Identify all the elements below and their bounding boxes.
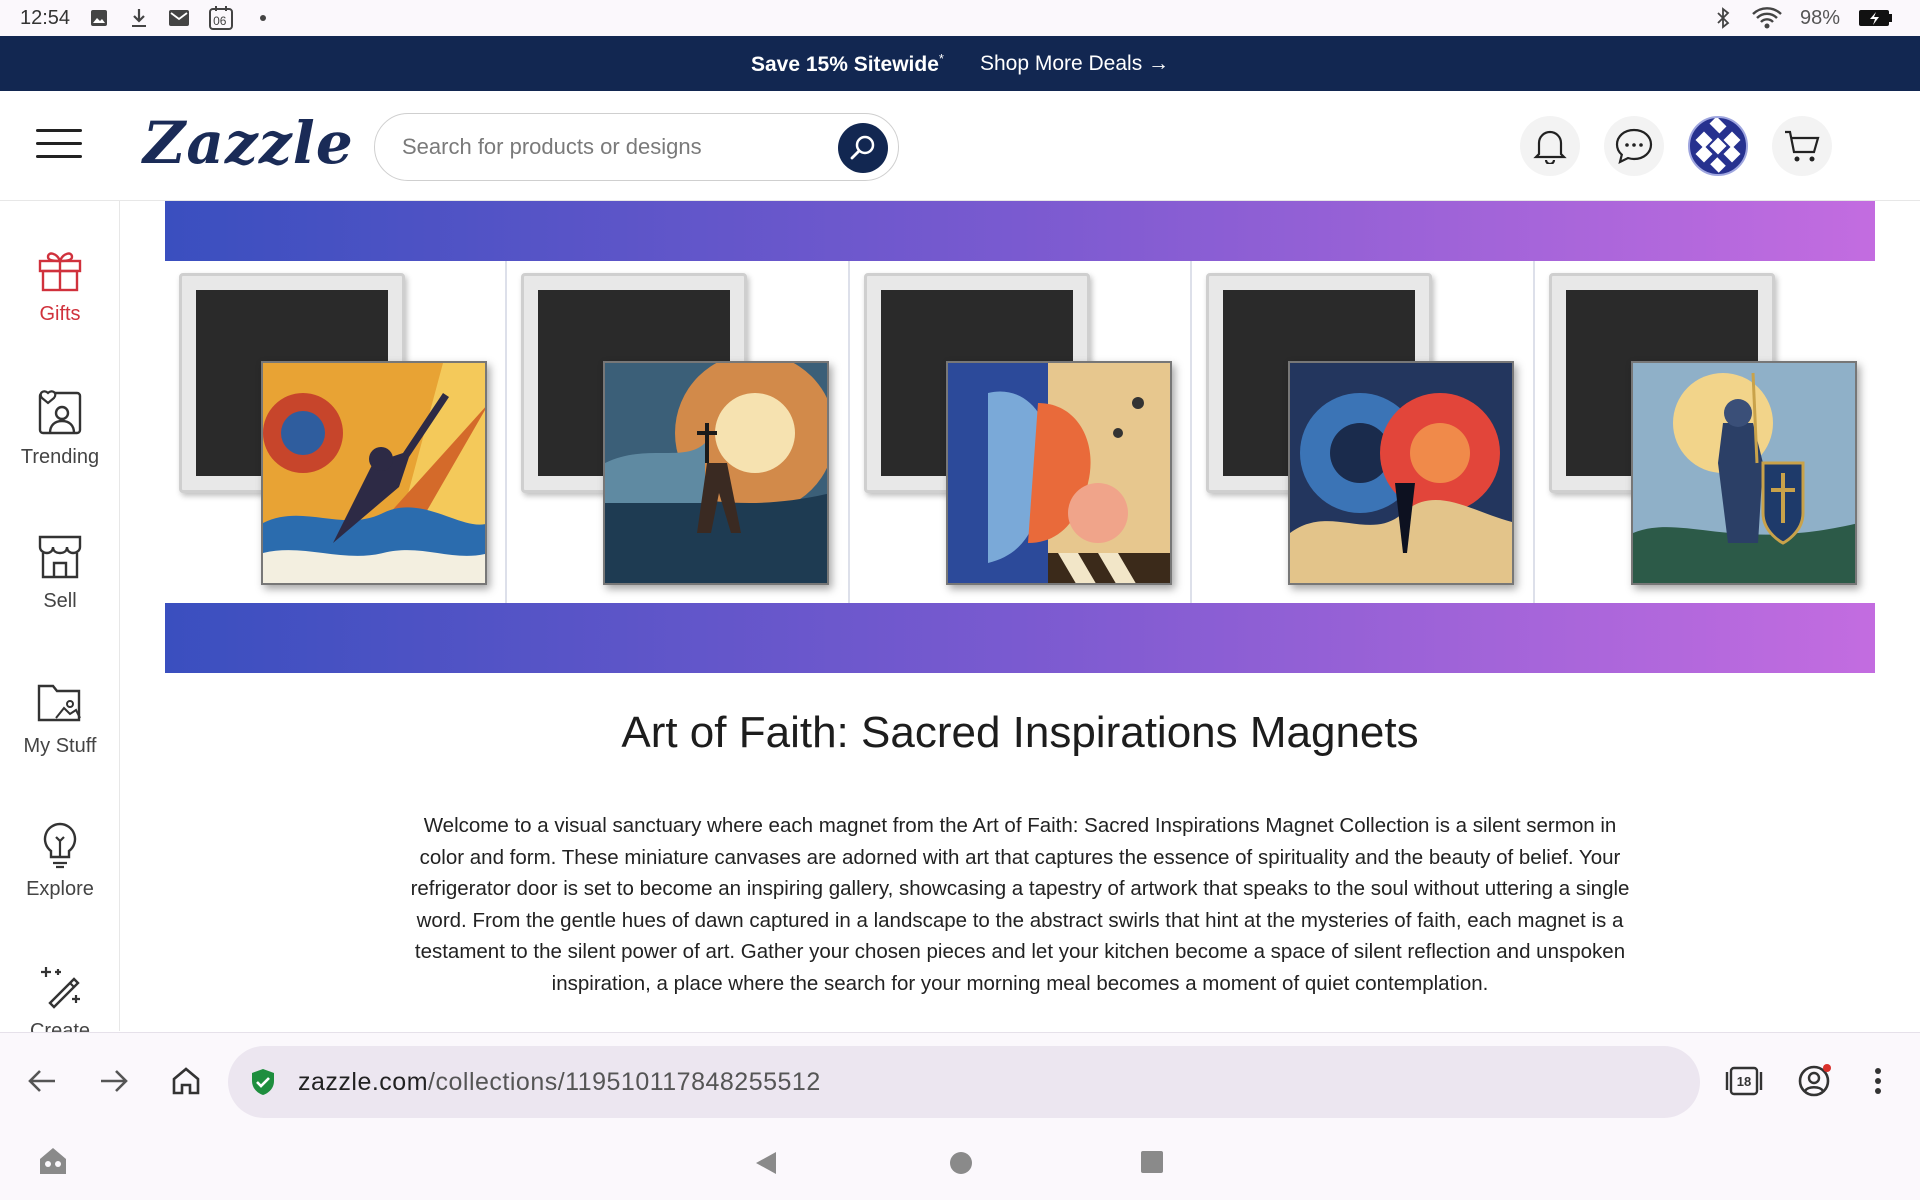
chat-icon — [1615, 128, 1653, 165]
mail-icon — [168, 7, 190, 29]
wifi-icon — [1752, 7, 1782, 29]
arrow-left-icon — [28, 1070, 55, 1092]
shop-more-deals-link[interactable]: Shop More Deals → — [980, 52, 1169, 76]
magnet-product-3[interactable] — [850, 261, 1193, 603]
sidebar-item-sell[interactable]: Sell — [0, 532, 120, 613]
address-bar[interactable]: zazzle.com/collections/11951011784825551… — [228, 1046, 1700, 1118]
notifications-button[interactable] — [1520, 116, 1580, 176]
magnet-art-cross-storm — [603, 361, 830, 585]
battery-percent: 98% — [1799, 6, 1840, 29]
magnet-art-abstract-faces — [945, 361, 1172, 585]
bluetooth-icon — [1712, 7, 1734, 29]
left-sidebar: Gifts Trending Sell My Stuff Explore Cre… — [0, 201, 120, 1042]
magnet-product-5[interactable] — [1535, 261, 1875, 603]
system-nav-bar — [0, 1128, 1920, 1200]
nav-home-icon[interactable] — [948, 1150, 974, 1181]
folder-icon — [35, 677, 85, 727]
search-bar — [374, 113, 899, 181]
magnet-product-1[interactable] — [165, 261, 508, 603]
trending-icon — [35, 388, 85, 438]
magnet-art-armored-knight — [1630, 361, 1857, 585]
zazzle-logo[interactable]: Zazzle — [143, 109, 354, 177]
arrow-right-icon — [101, 1070, 128, 1092]
account-circle-icon — [1798, 1064, 1831, 1097]
promo-bar: Save 15% Sitewide* Shop More Deals → — [0, 36, 1920, 91]
back-button[interactable] — [24, 1063, 60, 1099]
home-icon — [172, 1067, 200, 1095]
nav-back-icon[interactable] — [754, 1150, 778, 1181]
more-vertical-icon — [1875, 1068, 1881, 1094]
secure-shield-icon — [250, 1068, 276, 1103]
cart-icon — [1785, 130, 1820, 162]
url-path: /collections/119510117848255512 — [428, 1067, 821, 1096]
magnet-product-2[interactable] — [507, 261, 850, 603]
launcher-icon[interactable] — [36, 1144, 70, 1183]
account-avatar[interactable] — [1688, 116, 1748, 176]
home-button[interactable] — [168, 1063, 204, 1099]
sidebar-item-gifts[interactable]: Gifts — [0, 245, 120, 326]
gift-icon — [35, 245, 85, 295]
calendar-day: 06 — [213, 14, 227, 28]
cart-button[interactable] — [1772, 116, 1832, 176]
nav-recents-icon[interactable] — [1140, 1150, 1164, 1179]
sidebar-item-my-stuff[interactable]: My Stuff — [0, 677, 120, 758]
collection-banner — [165, 201, 1875, 673]
browser-toolbar: zazzle.com/collections/11951011784825551… — [0, 1032, 1920, 1128]
tab-switcher-button[interactable]: 18 — [1724, 1063, 1764, 1099]
search-button[interactable] — [838, 123, 888, 173]
sidebar-item-trending[interactable]: Trending — [0, 388, 120, 469]
magic-wand-icon — [35, 962, 85, 1012]
dot-icon — [252, 7, 274, 29]
url-domain: zazzle.com — [298, 1067, 429, 1096]
tab-count: 18 — [1736, 1073, 1752, 1089]
battery-icon — [1858, 7, 1894, 29]
sidebar-item-explore[interactable]: Explore — [0, 820, 120, 901]
search-icon — [850, 135, 875, 160]
menu-icon[interactable] — [36, 129, 82, 159]
search-input[interactable] — [402, 134, 822, 160]
image-icon — [88, 7, 110, 29]
collection-title: Art of Faith: Sacred Inspirations Magnet… — [621, 708, 1419, 757]
messages-button[interactable] — [1604, 116, 1664, 176]
clock: 12:54 — [20, 6, 71, 29]
download-icon — [128, 7, 150, 29]
calendar-icon: 06 — [208, 6, 234, 30]
promo-offer[interactable]: Save 15% Sitewide* — [751, 51, 944, 77]
bell-icon — [1533, 130, 1567, 164]
store-icon — [35, 532, 85, 582]
lightbulb-icon — [35, 820, 85, 870]
status-bar: 12:54 06 98% — [0, 0, 1920, 36]
avatar-pattern-icon — [1688, 116, 1748, 176]
magnet-art-warrior-sunburst — [261, 361, 487, 585]
magnet-product-4[interactable] — [1192, 261, 1535, 603]
account-button[interactable] — [1796, 1063, 1832, 1099]
collection-description: Welcome to a visual sanctuary where each… — [410, 814, 1630, 995]
site-header: Zazzle — [0, 91, 1920, 201]
magnet-art-swirl-heart — [1288, 361, 1515, 585]
overflow-menu-button[interactable] — [1860, 1063, 1896, 1099]
forward-button[interactable] — [96, 1063, 132, 1099]
sidebar-item-create[interactable]: Create — [0, 962, 120, 1043]
